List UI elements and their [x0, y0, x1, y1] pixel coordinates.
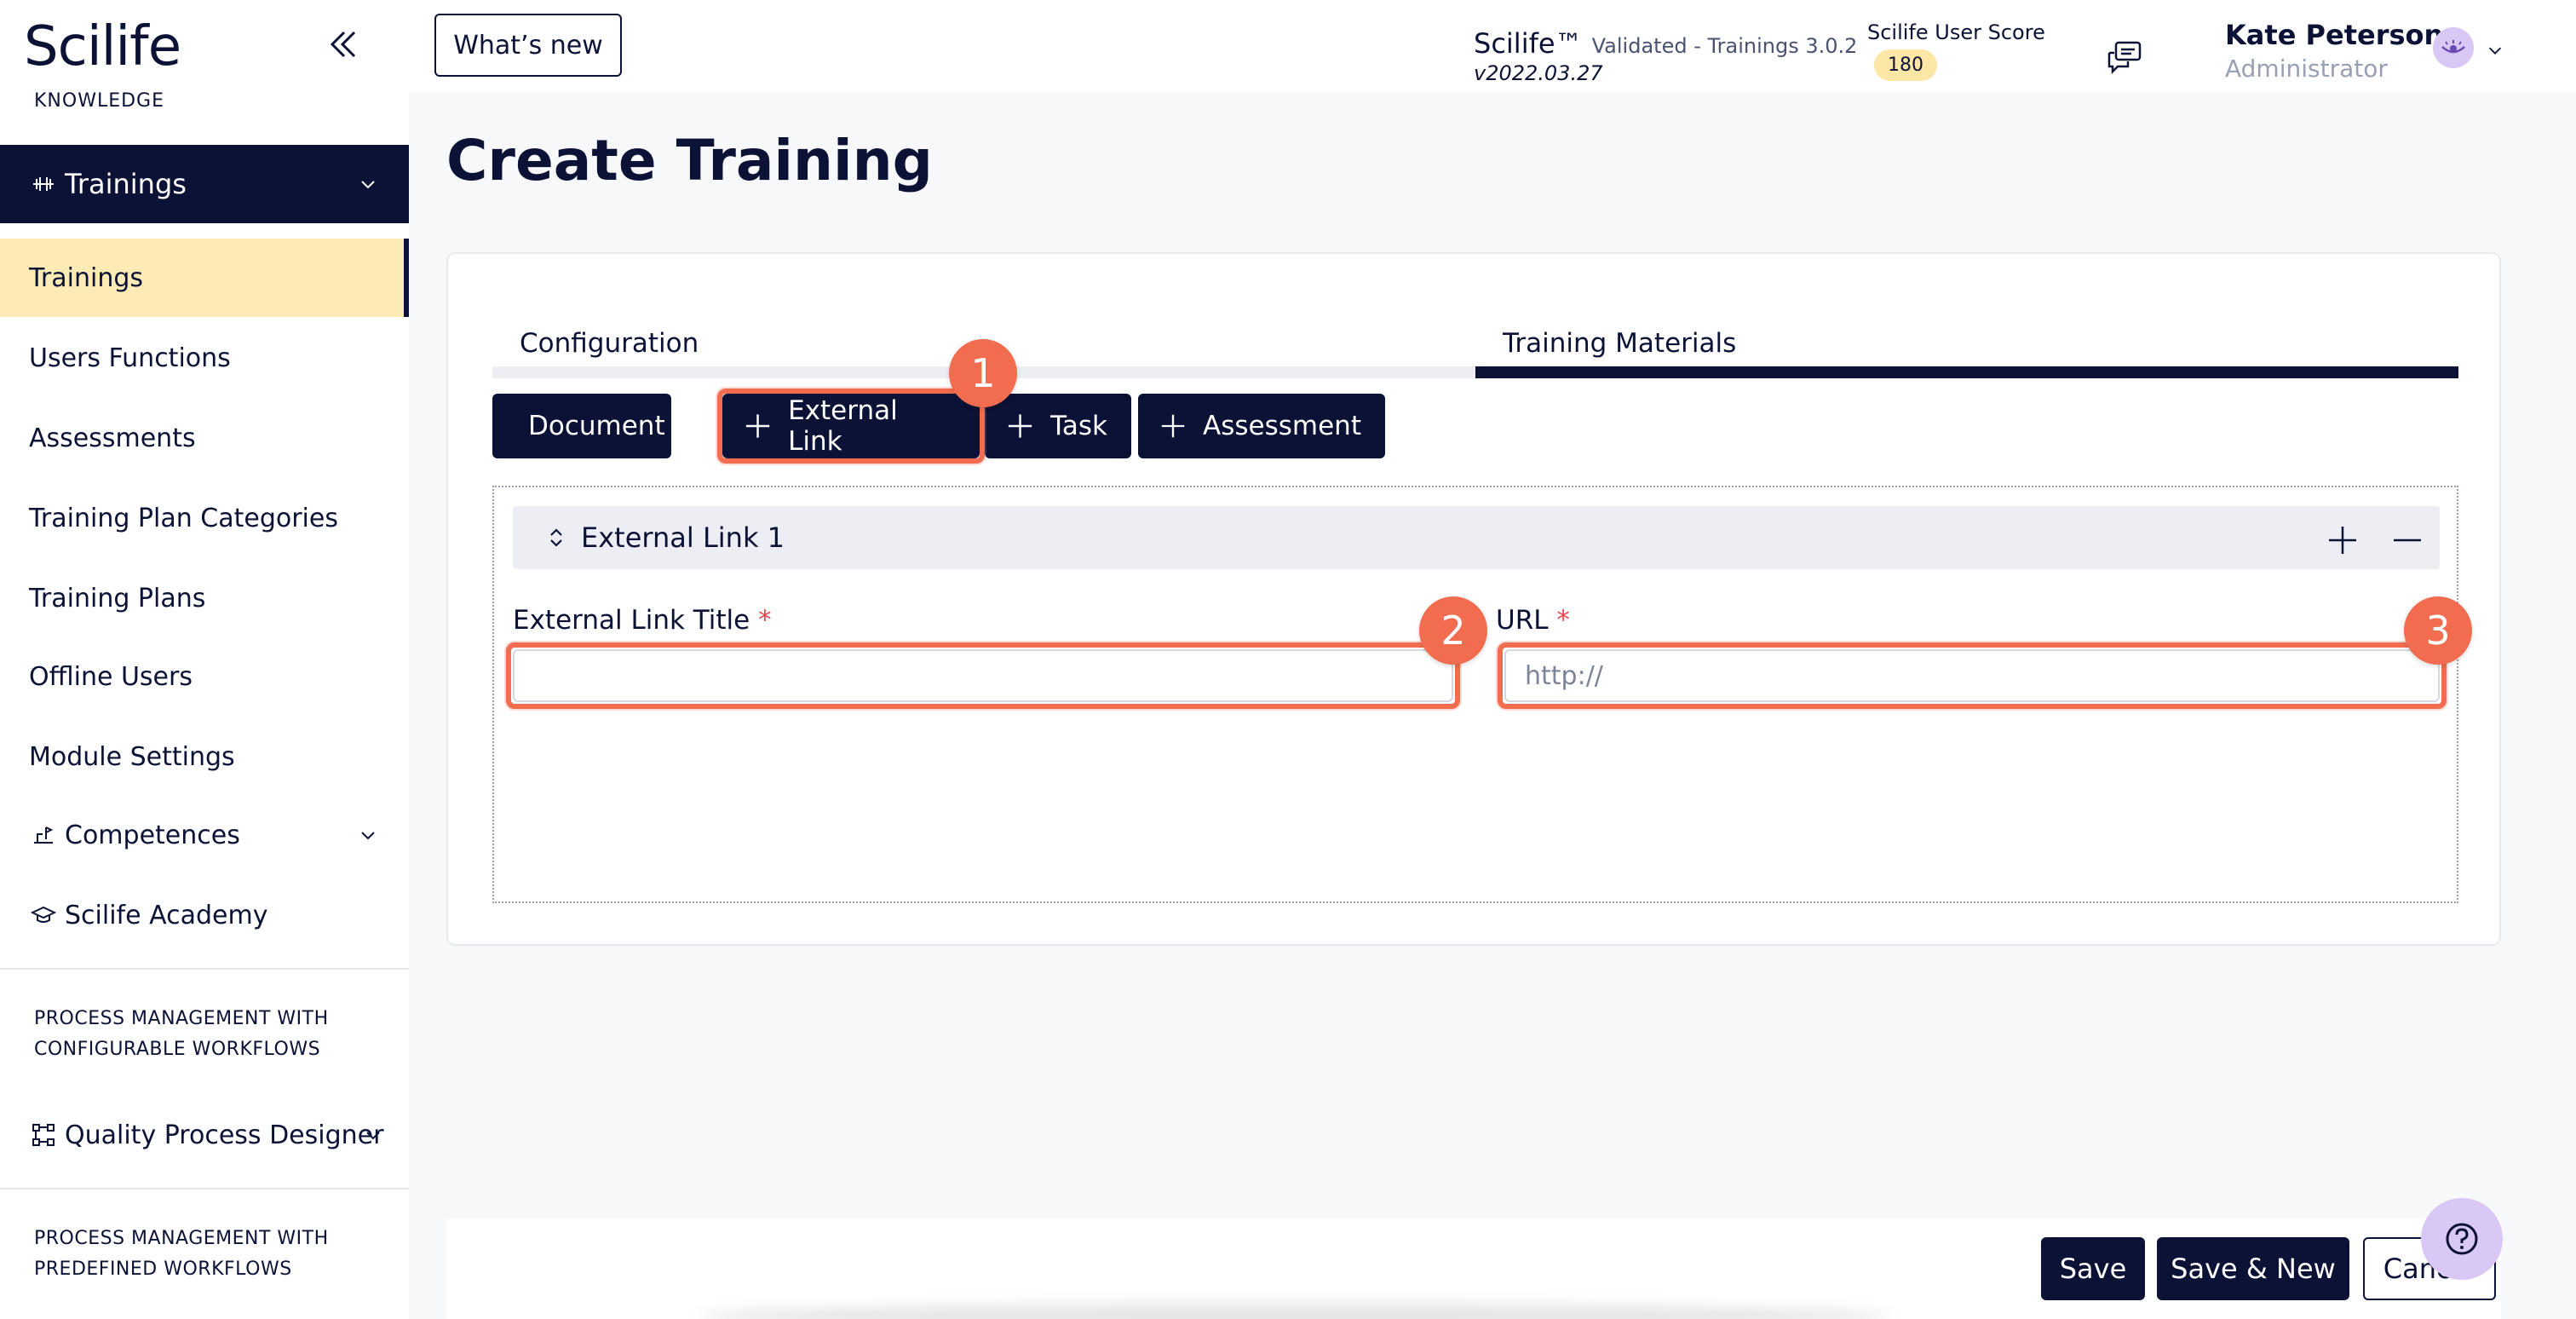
required-mark: *	[1556, 605, 1570, 636]
sidebar-item-label: Scilife Academy	[65, 900, 268, 930]
app-logo: Scilife	[24, 15, 181, 78]
sidebar-item-users-functions[interactable]: Users Functions	[0, 319, 409, 397]
sidebar-item-scilife-academy[interactable]: Scilife Academy	[0, 876, 409, 954]
user-role: Administrator	[2225, 55, 2388, 83]
sidebar-section-label: PROCESS MANAGEMENT WITH PREDEFINED WORKF…	[34, 1228, 329, 1280]
button-label: Document	[528, 411, 665, 441]
version-number: v2022.03.27	[1474, 61, 1603, 85]
button-label: Assessment	[1203, 411, 1361, 441]
sidebar-group-quality-process-designer[interactable]: Quality Process Designer	[0, 1096, 409, 1174]
sidebar-item-module-settings[interactable]: Module Settings	[0, 717, 409, 796]
sidebar-item-label: Users Functions	[29, 343, 231, 373]
sidebar-item-label: Module Settings	[29, 741, 235, 772]
url-label: URL *	[1496, 605, 1570, 636]
workflow-icon	[29, 1120, 58, 1149]
training-form-card: Configuration Training Materials Documen…	[446, 252, 2501, 946]
user-menu[interactable]: Kate Peterson Administrator	[2225, 19, 2443, 83]
logo-subtitle: KNOWLEDGE	[34, 90, 164, 112]
sidebar-section-label: PROCESS MANAGEMENT WITH CONFIGURABLE WOR…	[34, 1008, 329, 1060]
sidebar-item-label: Offline Users	[29, 661, 193, 692]
version-info: Scilife™ Validated - Trainings 3.0.2 v20…	[1474, 27, 1858, 85]
sidebar-item-assessments[interactable]: Assessments	[0, 399, 409, 477]
avatar[interactable]	[2433, 27, 2474, 68]
competences-icon	[29, 821, 58, 850]
field-label-text: External Link Title	[513, 605, 750, 636]
double-chevron-left-icon	[330, 31, 356, 58]
external-link-title-label: External Link Title *	[513, 605, 772, 636]
highlight-external-link-button	[717, 389, 985, 464]
add-item-icon[interactable]	[2326, 523, 2360, 557]
chevron-down-icon	[366, 1132, 380, 1140]
accordion-header[interactable]: External Link 1	[513, 506, 2440, 569]
graduation-cap-icon	[29, 901, 58, 930]
sidebar-group-label: Quality Process Designer	[65, 1120, 384, 1150]
required-mark: *	[758, 605, 772, 636]
sidebar-group-label: Trainings	[65, 168, 187, 200]
external-link-panel: External Link 1 External Link Title * UR…	[492, 486, 2472, 903]
chevron-down-icon	[361, 181, 375, 189]
sidebar-item-training-plans[interactable]: Training Plans	[0, 559, 409, 637]
step-marker-3: 3	[2404, 596, 2472, 665]
user-score: Scilife User Score 180	[1867, 20, 2045, 81]
plus-icon	[1008, 414, 1032, 438]
sidebar-item-label: Training Plans	[29, 583, 206, 613]
sidebar-divider	[0, 1188, 409, 1189]
sidebar-group-trainings[interactable]: Trainings	[0, 145, 409, 223]
collapse-sidebar-button[interactable]	[322, 24, 363, 65]
plus-icon	[1161, 414, 1185, 438]
sidebar-item-trainings[interactable]: Trainings	[0, 239, 409, 317]
user-score-label: Scilife User Score	[1867, 20, 2045, 44]
chevron-down-icon[interactable]	[2486, 41, 2504, 60]
sidebar: Scilife KNOWLEDGE Trainings Trainings Us…	[0, 0, 409, 1319]
sidebar-group-label: Competences	[65, 820, 240, 850]
button-label: Task	[1050, 411, 1107, 441]
page-title: Create Training	[446, 128, 933, 193]
eye-icon	[2441, 40, 2465, 54]
sidebar-item-offline-users[interactable]: Offline Users	[0, 637, 409, 716]
user-score-badge: 180	[1874, 49, 1937, 81]
chat-icon[interactable]	[2104, 37, 2145, 78]
save-button[interactable]: Save	[2041, 1237, 2145, 1300]
add-assessment-button[interactable]: Assessment	[1138, 394, 1385, 458]
field-label-text: URL	[1496, 605, 1549, 636]
top-bar: What’s new Scilife™ Validated - Training…	[409, 0, 2576, 92]
step-marker-1: 1	[949, 339, 1017, 407]
sidebar-divider	[0, 968, 409, 970]
sort-arrows-icon	[550, 528, 562, 547]
save-and-new-button[interactable]: Save & New	[2157, 1237, 2349, 1300]
tab-label: Configuration	[520, 328, 699, 359]
dumbbell-icon	[29, 170, 58, 199]
help-button[interactable]	[2421, 1198, 2503, 1280]
add-document-button[interactable]: Document	[492, 394, 671, 458]
chevron-down-icon	[361, 832, 375, 840]
sidebar-item-label: Assessments	[29, 423, 196, 453]
tab-label: Training Materials	[1503, 328, 1737, 359]
add-task-button[interactable]: Task	[985, 394, 1131, 458]
validated-text: Validated - Trainings 3.0.2	[1591, 34, 1858, 58]
whats-new-button[interactable]: What’s new	[434, 14, 622, 77]
remove-item-icon[interactable]	[2390, 523, 2424, 557]
question-circle-icon	[2446, 1223, 2478, 1255]
step-marker-2: 2	[1419, 596, 1487, 665]
tab-indicator-active	[1475, 366, 2458, 378]
sidebar-item-training-plan-categories[interactable]: Training Plan Categories	[0, 479, 409, 557]
highlight-url-input	[1498, 642, 2447, 709]
user-name: Kate Peterson	[2225, 19, 2444, 51]
sidebar-item-label: Training Plan Categories	[29, 503, 338, 533]
brand-name: Scilife™	[1474, 27, 1583, 60]
sidebar-group-competences[interactable]: Competences	[0, 796, 409, 874]
sidebar-item-label: Trainings	[29, 262, 144, 293]
accordion-title: External Link 1	[581, 521, 785, 554]
highlight-title-input	[506, 642, 1460, 709]
